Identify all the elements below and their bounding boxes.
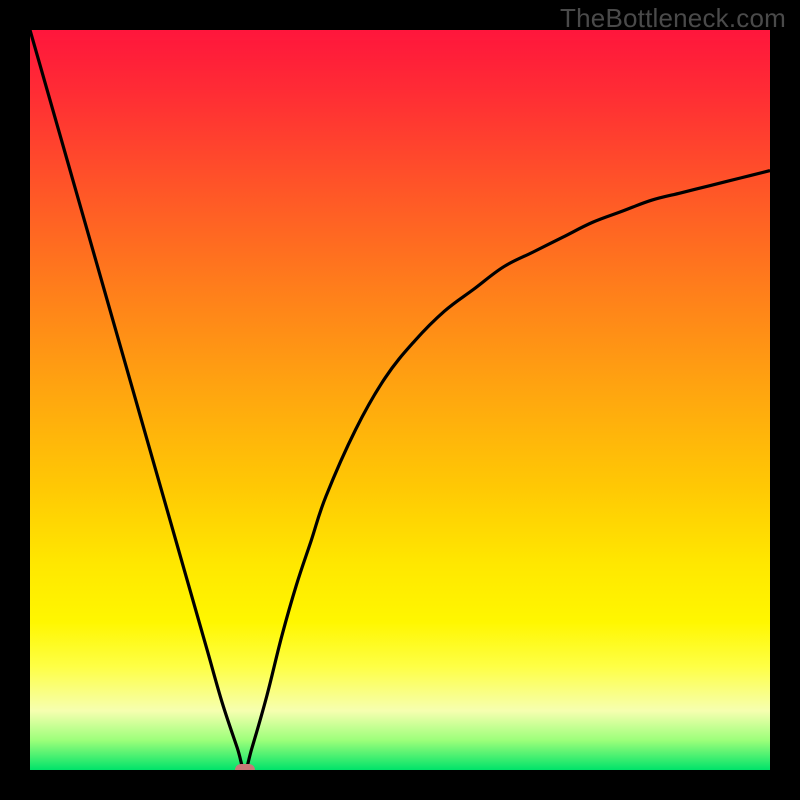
bottleneck-curve bbox=[30, 30, 770, 770]
minimum-marker-icon bbox=[235, 764, 255, 770]
plot-area bbox=[30, 30, 770, 770]
figure-frame: TheBottleneck.com bbox=[0, 0, 800, 800]
